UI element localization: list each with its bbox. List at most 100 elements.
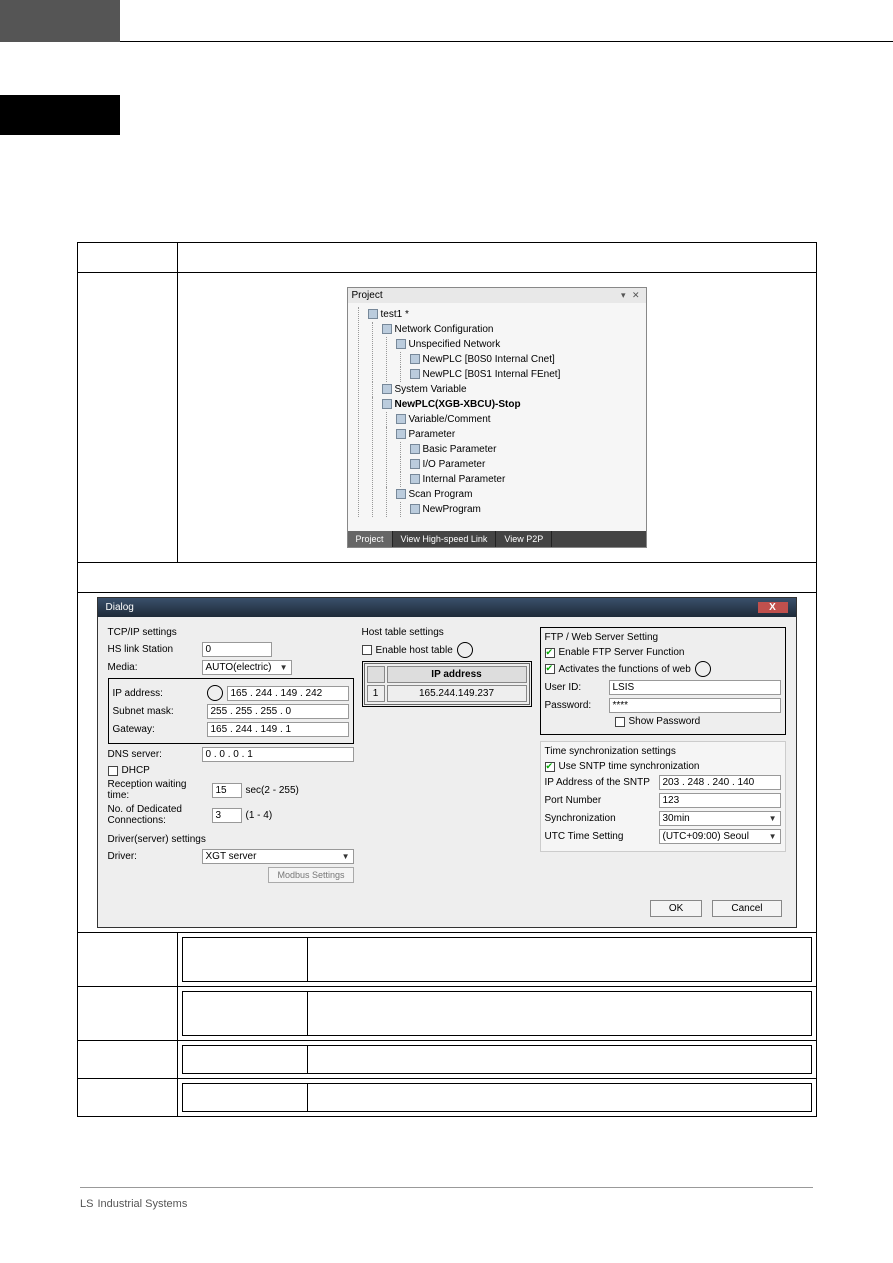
sync-select[interactable]: 30min▼: [659, 811, 781, 826]
enable-host-checkbox[interactable]: [362, 645, 372, 655]
utc-select[interactable]: (UTC+09:00) Seoul▼: [659, 829, 781, 844]
ftp-heading: FTP / Web Server Setting: [545, 632, 781, 643]
enable-ftp-label: Enable FTP Server Function: [559, 647, 685, 658]
ls-logo: LS Industrial Systems: [80, 1194, 187, 1211]
tcp-ip-column: TCP/IP settings HS link Station 0 Media:…: [108, 627, 354, 886]
dialog-title: Dialog: [106, 602, 134, 613]
dhcp-checkbox[interactable]: [108, 766, 118, 776]
ip-highlight-box: IP address: 165 . 244 . 149 . 242 Subnet…: [108, 678, 354, 744]
tab-p2p[interactable]: View P2P: [496, 531, 552, 547]
hs-link-input[interactable]: 0: [202, 642, 272, 657]
tree-unspec-net[interactable]: Unspecified Network: [409, 339, 501, 350]
host-row-ip[interactable]: 165.244.149.237: [387, 685, 527, 702]
tree-root[interactable]: test1 *: [381, 309, 409, 320]
tree-io[interactable]: I/O Parameter: [423, 459, 486, 470]
tree-basic[interactable]: Basic Parameter: [423, 444, 497, 455]
tree-param[interactable]: Parameter: [409, 429, 456, 440]
param-icon: [410, 474, 420, 484]
activate-web-label: Activates the functions of web: [559, 664, 691, 675]
media-select[interactable]: AUTO(electric)▼: [202, 660, 292, 675]
gateway-input[interactable]: 165 . 244 . 149 . 1: [207, 722, 349, 737]
dns-input[interactable]: 0 . 0 . 0 . 1: [202, 747, 354, 762]
tree-scan[interactable]: Scan Program: [409, 489, 473, 500]
sys-icon: [382, 384, 392, 394]
empty-cell-c1: [77, 1041, 177, 1079]
project-panel-title: Project: [352, 290, 383, 301]
sub-cell-left: [182, 1084, 308, 1112]
ls-logo-text: LS: [80, 1198, 93, 1210]
activate-web-checkbox[interactable]: [545, 664, 555, 674]
modbus-settings-button[interactable]: Modbus Settings: [268, 867, 353, 883]
project-tree[interactable]: test1 * Network Configuration Unspecifie…: [348, 303, 646, 547]
recv-wait-input[interactable]: 15: [212, 783, 242, 798]
ip-input[interactable]: 165 . 244 . 149 . 242: [227, 686, 349, 701]
ded-conn-input[interactable]: 3: [212, 808, 242, 823]
ded-conn-label: No. of Dedicated Connections:: [108, 804, 208, 826]
empty-cell-b2: [177, 987, 816, 1041]
tab-highspeed-link[interactable]: View High-speed Link: [393, 531, 497, 547]
sub-cell-left: [182, 938, 308, 982]
tab-project[interactable]: Project: [348, 531, 393, 547]
cpu-icon: [382, 399, 392, 409]
chevron-down-icon: ▼: [280, 663, 288, 672]
userid-input[interactable]: LSIS: [609, 680, 781, 695]
settings-dialog: Dialog X TCP/IP settings HS link Station…: [97, 597, 797, 928]
param-icon: [410, 459, 420, 469]
tree-sysvar[interactable]: System Variable: [395, 384, 467, 395]
tree-plc[interactable]: NewPLC(XGB-XBCU)-Stop: [395, 399, 521, 410]
ok-button[interactable]: OK: [650, 900, 702, 917]
project-panel-cell: Project ▾ ✕ test1 * Network Configuratio…: [177, 273, 816, 563]
host-heading: Host table settings: [362, 627, 532, 638]
use-sntp-label: Use SNTP time synchronization: [559, 761, 700, 772]
subnet-input[interactable]: 255 . 255 . 255 . 0: [207, 704, 349, 719]
enable-ftp-checkbox[interactable]: [545, 648, 555, 658]
driver-heading: Driver(server) settings: [108, 834, 354, 845]
ded-conn-range: (1 - 4): [246, 810, 273, 821]
dialog-cell: Dialog X TCP/IP settings HS link Station…: [77, 593, 816, 933]
use-sntp-checkbox[interactable]: [545, 762, 555, 772]
tree-network-cfg[interactable]: Network Configuration: [395, 324, 494, 335]
tree-newprog[interactable]: NewProgram: [423, 504, 481, 515]
cancel-button[interactable]: Cancel: [712, 900, 781, 917]
driver-select[interactable]: XGT server▼: [202, 849, 354, 864]
chevron-down-icon: ▼: [769, 832, 777, 841]
driver-label: Driver:: [108, 851, 198, 862]
tree-varcom[interactable]: Variable/Comment: [409, 414, 491, 425]
recv-wait-unit: sec(2 - 255): [246, 785, 299, 796]
panel-pin-close-icons[interactable]: ▾ ✕: [621, 290, 642, 301]
empty-cell-b1: [77, 987, 177, 1041]
tree-internal[interactable]: Internal Parameter: [423, 474, 506, 485]
port-label: Port Number: [545, 795, 655, 806]
password-label: Password:: [545, 700, 605, 711]
prog-icon: [410, 504, 420, 514]
document-table: Project ▾ ✕ test1 * Network Configuratio…: [77, 242, 817, 1117]
sub-cell-left: [182, 1046, 308, 1074]
show-password-checkbox[interactable]: [615, 717, 625, 727]
page-header-bar: [0, 0, 893, 42]
param-icon: [396, 429, 406, 439]
sub-cell-right: [308, 992, 811, 1036]
sub-cell-left: [182, 992, 308, 1036]
empty-cell-c2: [177, 1041, 816, 1079]
show-password-label: Show Password: [629, 716, 701, 727]
step-cell-1: [77, 243, 177, 273]
project-panel: Project ▾ ✕ test1 * Network Configuratio…: [347, 287, 647, 548]
dns-label: DNS server:: [108, 749, 198, 760]
port-input[interactable]: 123: [659, 793, 781, 808]
page-footer: LS Industrial Systems: [0, 1177, 893, 1222]
sub-cell-right: [308, 938, 811, 982]
sntp-ip-input[interactable]: 203 . 248 . 240 . 140: [659, 775, 781, 790]
time-sync-box: Time synchronization settings Use SNTP t…: [540, 741, 786, 852]
chapter-marker: [0, 95, 120, 135]
enable-host-label: Enable host table: [376, 645, 453, 656]
host-row-num[interactable]: 1: [367, 685, 385, 702]
param-icon: [410, 444, 420, 454]
tree-cnet[interactable]: NewPLC [B0S0 Internal Cnet]: [423, 354, 555, 365]
host-table-column: Host table settings Enable host table IP…: [362, 627, 532, 886]
plc-icon: [410, 369, 420, 379]
tree-fenet[interactable]: NewPLC [B0S1 Internal FEnet]: [423, 369, 561, 380]
password-input[interactable]: ****: [609, 698, 781, 713]
ip-label: IP address:: [113, 688, 203, 699]
close-icon[interactable]: X: [758, 602, 788, 613]
desc-cell-1: [177, 243, 816, 273]
